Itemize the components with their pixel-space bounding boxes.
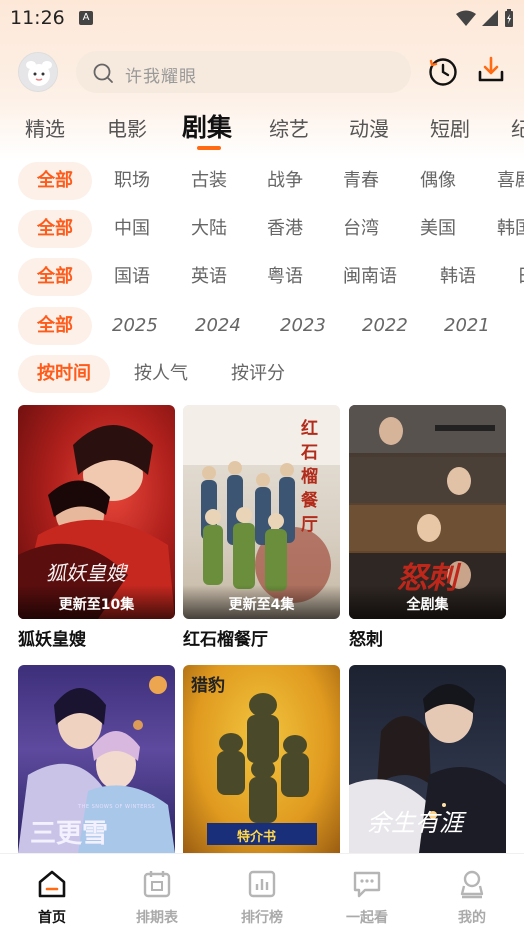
download-icon[interactable]	[476, 55, 506, 85]
nav-home[interactable]: 首页	[12, 854, 92, 933]
tab-anime[interactable]: 动漫	[349, 113, 389, 142]
filter-chip[interactable]: 全部	[18, 210, 92, 248]
nav-label: 排期表	[136, 910, 178, 926]
poster-image: 猎豹 特介书	[183, 665, 340, 853]
episode-badge: 更新至10集	[18, 585, 175, 619]
poster-image: 三更雪 THE SNOWS OF WINTERSS	[18, 665, 175, 853]
filter-chip[interactable]: 台湾	[343, 210, 379, 248]
channel-tabs: 精选 电影 剧集 综艺 动漫 短剧 纪	[0, 105, 524, 153]
clock-icon[interactable]	[428, 57, 458, 87]
filter-chip[interactable]: 国语	[114, 258, 150, 296]
nav-label: 排行榜	[241, 910, 283, 926]
video-card[interactable]: 怒刺 全剧集 怒刺	[349, 405, 506, 650]
filter-chip[interactable]: 中国	[114, 210, 150, 248]
poster-image: 狐妖皇嫂 更新至10集	[18, 405, 175, 619]
filter-chip[interactable]: 英语	[191, 258, 227, 296]
video-card[interactable]: 狐妖皇嫂 更新至10集 狐妖皇嫂	[18, 405, 175, 650]
search-placeholder: 许我耀眼	[125, 67, 197, 87]
filter-chip[interactable]: 2024	[195, 307, 241, 345]
tab-indicator	[197, 146, 221, 150]
poster-title-art: 余生有涯	[367, 809, 463, 837]
nav-watch-together[interactable]: 一起看	[327, 854, 407, 933]
filter-chip[interactable]: 韩语	[440, 258, 476, 296]
nav-label: 我的	[458, 910, 486, 926]
avatar-icon	[19, 53, 57, 91]
notification-icon: A	[79, 11, 93, 25]
filter-chip[interactable]: 香港	[267, 210, 303, 248]
status-bar: 11:26 A	[0, 0, 524, 36]
video-card[interactable]: 余生有涯	[349, 665, 506, 853]
nav-label: 一起看	[346, 910, 388, 926]
status-time: 11:26	[10, 7, 65, 29]
nav-profile[interactable]: 我的	[432, 854, 512, 933]
episode-badge: 全剧集	[349, 585, 506, 619]
search-input[interactable]: 许我耀眼	[76, 51, 411, 93]
filter-chip[interactable]: 日	[517, 258, 524, 296]
filter-chip[interactable]: 喜剧	[497, 162, 524, 200]
sort-chip[interactable]: 按评分	[231, 355, 285, 393]
card-title: 红石榴餐厅	[183, 630, 268, 650]
tab-variety[interactable]: 综艺	[269, 113, 309, 142]
tab-featured[interactable]: 精选	[25, 113, 65, 142]
filter-chip[interactable]: 韩国	[497, 210, 524, 248]
filter-row-genre: 全部 职场 古装 战争 青春 偶像 喜剧	[0, 162, 524, 202]
avatar[interactable]	[18, 52, 58, 92]
filter-chip[interactable]: 粤语	[267, 258, 303, 296]
nav-schedule[interactable]: 排期表	[117, 854, 197, 933]
profile-icon	[460, 870, 484, 899]
search-icon	[93, 63, 113, 83]
filter-chip[interactable]: 2025	[112, 307, 158, 345]
filter-chip[interactable]: 古装	[191, 162, 227, 200]
sort-chip[interactable]: 按人气	[134, 355, 188, 393]
bottom-navigation: 首页 排期表 排行榜 一起看 我的	[0, 853, 524, 933]
battery-icon	[505, 9, 513, 27]
poster-image: 余生有涯	[349, 665, 506, 853]
status-icons	[456, 9, 514, 27]
nav-label: 首页	[38, 910, 66, 926]
nav-ranking[interactable]: 排行榜	[222, 854, 302, 933]
filter-row-language: 全部 国语 英语 粤语 闽南语 韩语 日	[0, 258, 524, 298]
poster-title-art: 狐妖皇嫂	[46, 561, 126, 585]
filter-chip[interactable]: 2023	[280, 307, 326, 345]
filter-row-region: 全部 中国 大陆 香港 台湾 美国 韩国	[0, 210, 524, 250]
signal-icon	[482, 10, 498, 26]
poster-title-art: 红石榴餐厅	[301, 419, 318, 535]
filter-chip[interactable]: 战争	[267, 162, 303, 200]
home-icon	[38, 870, 66, 898]
card-title: 狐妖皇嫂	[18, 630, 86, 650]
video-card[interactable]: 猎豹 特介书	[183, 665, 340, 853]
poster-subtitle: 特介书	[237, 830, 277, 845]
poster-subtitle: THE SNOWS OF WINTERSS	[78, 804, 156, 810]
episode-badge: 更新至4集	[183, 585, 340, 619]
poster-title-art: 猎豹	[191, 676, 225, 696]
tab-short-drama[interactable]: 短剧	[430, 113, 470, 142]
poster-image: 怒刺 全剧集	[349, 405, 506, 619]
tab-series[interactable]: 剧集	[182, 108, 232, 144]
sort-chip[interactable]: 按时间	[18, 355, 110, 393]
filter-row-year: 全部 2025 2024 2023 2022 2021	[0, 307, 524, 347]
filter-row-sort: 按时间 按人气 按评分	[0, 355, 524, 395]
video-card[interactable]: 三更雪 THE SNOWS OF WINTERSS	[18, 665, 175, 853]
filter-chip[interactable]: 青春	[343, 162, 379, 200]
chat-icon	[353, 871, 381, 898]
wifi-icon	[456, 10, 476, 26]
filter-chip[interactable]: 2022	[362, 307, 408, 345]
filter-chip[interactable]: 全部	[18, 307, 92, 345]
filter-chip[interactable]: 大陆	[191, 210, 227, 248]
poster-image: 红石榴餐厅 更新至4集	[183, 405, 340, 619]
filter-chip[interactable]: 全部	[18, 162, 92, 200]
filter-chip[interactable]: 偶像	[420, 162, 456, 200]
tab-movies[interactable]: 电影	[107, 113, 147, 142]
filter-chip[interactable]: 职场	[114, 162, 150, 200]
chart-icon	[248, 870, 276, 898]
filter-chip[interactable]: 2021	[444, 307, 490, 345]
video-card[interactable]: 红石榴餐厅 更新至4集 红石榴餐厅	[183, 405, 340, 650]
calendar-icon	[143, 871, 171, 898]
card-title: 怒刺	[349, 630, 383, 650]
poster-title-art: 三更雪	[30, 819, 109, 849]
filter-chip[interactable]: 全部	[18, 258, 92, 296]
filter-chip[interactable]: 闽南语	[343, 258, 397, 296]
tab-documentary[interactable]: 纪	[511, 113, 524, 142]
filter-chip[interactable]: 美国	[420, 210, 456, 248]
